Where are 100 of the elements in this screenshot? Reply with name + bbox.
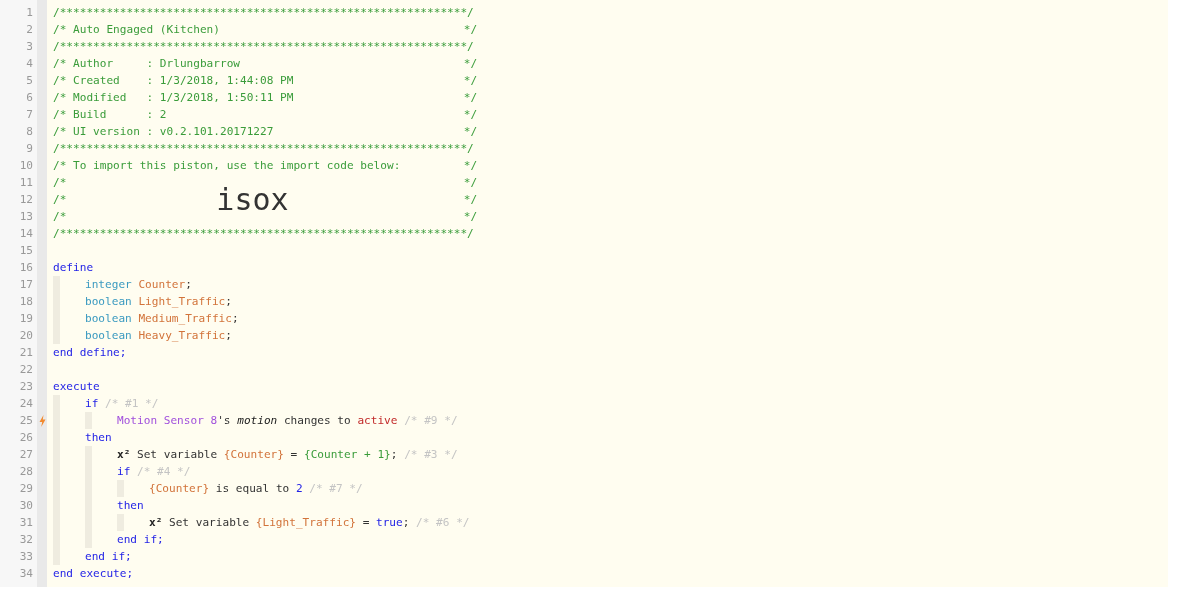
type-keyword: boolean bbox=[85, 294, 132, 310]
code-text: ; bbox=[390, 447, 398, 463]
comment-text: /* UI version : v0.2.101.20171227 bbox=[53, 124, 274, 140]
value-text: active bbox=[357, 413, 398, 429]
code-text: Set variable bbox=[137, 447, 218, 463]
line-number: 17 bbox=[18, 277, 34, 293]
line-number: 15 bbox=[18, 243, 34, 259]
code-text: changes to bbox=[283, 413, 351, 429]
line-number: 19 bbox=[18, 311, 34, 327]
comment-text: */ bbox=[463, 158, 478, 174]
code-text: ; bbox=[225, 328, 232, 344]
attribute-name: motion bbox=[237, 413, 278, 429]
line-number: 29 bbox=[18, 481, 34, 497]
code-text: = bbox=[362, 515, 370, 531]
line-number: 5 bbox=[25, 73, 34, 89]
line-number: 13 bbox=[18, 209, 34, 225]
line-number: 1 bbox=[25, 5, 34, 21]
code-text: Set variable bbox=[169, 515, 250, 531]
line-number: 8 bbox=[25, 124, 34, 140]
comment-text: */ bbox=[463, 192, 478, 208]
line-number: 34 bbox=[18, 566, 34, 582]
operation-label: x² bbox=[149, 515, 163, 531]
code-text: is equal to bbox=[215, 481, 290, 497]
line-number: 24 bbox=[18, 396, 34, 412]
line-number: 28 bbox=[18, 464, 34, 480]
type-keyword: boolean bbox=[85, 328, 132, 344]
expression-text: {Counter + 1} bbox=[303, 447, 391, 463]
comment-text: */ bbox=[463, 107, 478, 123]
comment-text: /*************************************************************/ bbox=[53, 141, 474, 157]
code-text: ; bbox=[231, 311, 239, 327]
code-text: ; bbox=[225, 294, 232, 310]
comment-text: /*************************************************************/ bbox=[53, 226, 474, 242]
comment-text: /* bbox=[53, 175, 67, 191]
code-comment: /* #3 */ bbox=[404, 447, 458, 463]
type-keyword: integer bbox=[85, 277, 132, 293]
comment-text: */ bbox=[463, 209, 478, 225]
code-text: 's bbox=[217, 413, 231, 429]
keyword: define bbox=[53, 260, 94, 276]
comment-text: */ bbox=[463, 22, 478, 38]
device-name: Motion Sensor 8 bbox=[117, 413, 218, 429]
variable-name: Light_Traffic bbox=[138, 294, 226, 310]
code-comment: /* #6 */ bbox=[416, 515, 470, 531]
line-number: 32 bbox=[18, 532, 34, 548]
keyword: if bbox=[117, 464, 131, 480]
comment-text: /* Created : 1/3/2018, 1:44:08 PM bbox=[53, 73, 294, 89]
comment-text: /* bbox=[53, 192, 67, 208]
variable-name: {Counter} bbox=[223, 447, 284, 463]
keyword: execute bbox=[53, 379, 100, 395]
line-number: 3 bbox=[25, 39, 34, 55]
keyword: end define; bbox=[53, 345, 127, 361]
comment-text: /* To import this piston, use the import code below: bbox=[53, 158, 401, 174]
comment-text: */ bbox=[463, 175, 478, 191]
line-number: 30 bbox=[18, 498, 34, 514]
literal-value: 2 bbox=[295, 481, 303, 497]
line-number: 22 bbox=[18, 362, 34, 378]
line-number: 6 bbox=[25, 90, 34, 106]
variable-name: {Counter} bbox=[149, 481, 210, 497]
line-number: 16 bbox=[18, 260, 34, 276]
comment-text: /*************************************************************/ bbox=[53, 39, 474, 55]
comment-text: /* Author : Drlungbarrow bbox=[53, 56, 240, 72]
line-number: 23 bbox=[18, 379, 34, 395]
line-number: 21 bbox=[18, 345, 34, 361]
line-number: 4 bbox=[25, 56, 34, 72]
line-number: 33 bbox=[18, 549, 34, 565]
comment-text: */ bbox=[463, 73, 478, 89]
line-number: 11 bbox=[18, 175, 34, 191]
variable-name: Heavy_Traffic bbox=[138, 328, 226, 344]
line-number: 2 bbox=[25, 22, 34, 38]
comment-text: /* bbox=[53, 209, 67, 225]
line-number: 10 bbox=[18, 158, 34, 174]
comment-text: /* Modified : 1/3/2018, 1:50:11 PM bbox=[53, 90, 294, 106]
line-number: 25 bbox=[18, 413, 34, 429]
line-number: 27 bbox=[18, 447, 34, 463]
line-number: 31 bbox=[18, 515, 34, 531]
line-number: 7 bbox=[25, 107, 34, 123]
comment-text: /*************************************************************/ bbox=[53, 5, 474, 21]
code-comment: /* #7 */ bbox=[309, 481, 363, 497]
keyword: if bbox=[85, 396, 99, 412]
line-number: 18 bbox=[18, 294, 34, 310]
keyword: end execute; bbox=[53, 566, 134, 582]
code-comment: /* #1 */ bbox=[105, 396, 159, 412]
line-number: 12 bbox=[18, 192, 34, 208]
line-number: 14 bbox=[18, 226, 34, 242]
keyword: end if; bbox=[85, 549, 132, 565]
line-number: 26 bbox=[18, 430, 34, 446]
comment-text: */ bbox=[463, 124, 478, 140]
comment-text: /* Build : 2 bbox=[53, 107, 167, 123]
code-comment: /* #4 */ bbox=[137, 464, 191, 480]
line-number: 20 bbox=[18, 328, 34, 344]
keyword: then bbox=[85, 430, 112, 446]
code-text: ; bbox=[185, 277, 192, 293]
comment-text: */ bbox=[463, 90, 478, 106]
comment-text: /* Auto Engaged (Kitchen) bbox=[53, 22, 220, 38]
code-comment: /* #9 */ bbox=[404, 413, 458, 429]
variable-name: Medium_Traffic bbox=[138, 311, 232, 327]
code-text: = bbox=[290, 447, 298, 463]
comment-text: */ bbox=[463, 56, 478, 72]
operation-label: x² bbox=[117, 447, 131, 463]
type-keyword: boolean bbox=[85, 311, 132, 327]
keyword: then bbox=[117, 498, 144, 514]
